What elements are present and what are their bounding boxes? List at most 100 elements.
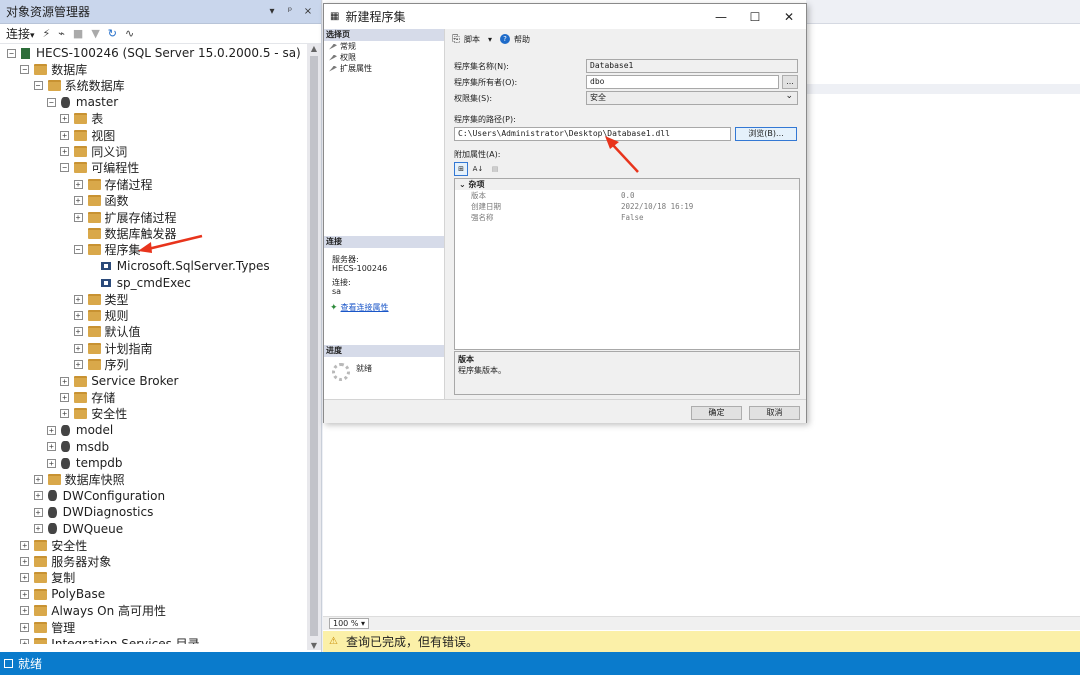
maximize-button[interactable]: ☐ [738,10,772,24]
tree-node[interactable]: +扩展存储过程 [74,209,177,225]
owner-field[interactable]: dbo [586,75,779,89]
tree-node[interactable]: +DWQueue [34,521,124,537]
script-dropdown-icon[interactable]: ▾ [488,35,492,44]
tree-node[interactable]: +复制 [20,570,75,586]
owner-browse-button[interactable]: ... [782,75,798,89]
cancel-button[interactable]: 取消 [749,406,800,420]
tree-node[interactable]: −程序集 [74,242,141,258]
collapse-toggle-icon[interactable]: − [7,49,16,58]
pin-icon[interactable]: ᵖ [283,6,297,17]
scroll-up-icon[interactable]: ▲ [307,44,321,53]
page-permissions[interactable]: 权限 [324,52,444,63]
tree-node[interactable]: +DWConfiguration [34,488,166,504]
page-general[interactable]: 常规 [324,41,444,52]
expand-toggle-icon[interactable]: + [20,590,29,599]
tree-node[interactable]: −HECS-100246 (SQL Server 15.0.2000.5 - s… [7,45,301,61]
tree-node[interactable]: 数据库触发器 [74,225,177,241]
browse-button[interactable]: 浏览(B)... [735,127,797,141]
tree-node[interactable]: +管理 [20,619,75,635]
expand-toggle-icon[interactable]: + [34,508,43,517]
expand-toggle-icon[interactable]: + [74,327,83,336]
tree-node[interactable]: +DWDiagnostics [34,504,154,520]
tree-node[interactable]: +model [47,422,113,438]
expand-toggle-icon[interactable]: + [20,639,29,644]
collapse-toggle-icon[interactable]: − [34,81,43,90]
tree-node[interactable]: −数据库 [20,61,87,77]
filter-icon[interactable]: ▼ [91,27,99,40]
tree-node[interactable]: +tempdb [47,455,123,471]
expand-toggle-icon[interactable]: + [34,475,43,484]
tree-node[interactable]: +同义词 [60,143,127,159]
expand-toggle-icon[interactable]: + [34,491,43,500]
expand-toggle-icon[interactable]: + [47,442,56,451]
close-button[interactable]: ✕ [772,10,806,24]
tree-node[interactable]: +计划指南 [74,340,153,356]
sort-alpha-icon[interactable]: A↓ [471,162,485,176]
view-connection-properties-link[interactable]: 查看连接属性 [338,302,389,313]
tree-node[interactable]: +默认值 [74,324,141,340]
tree-node[interactable]: +PolyBase [20,586,105,602]
expand-toggle-icon[interactable]: + [74,180,83,189]
expand-toggle-icon[interactable]: + [74,360,83,369]
tree-node[interactable]: +数据库快照 [34,471,125,487]
tree-node[interactable]: −master [47,94,118,110]
property-category[interactable]: ⌄ 杂项 [455,179,799,190]
assembly-path-field[interactable]: C:\Users\Administrator\Desktop\Database1… [454,127,731,141]
expand-toggle-icon[interactable]: + [20,606,29,615]
expand-toggle-icon[interactable]: + [74,295,83,304]
activity-monitor-icon[interactable]: ∿ [125,27,134,40]
expand-toggle-icon[interactable]: + [60,147,69,156]
collapse-toggle-icon[interactable]: − [74,245,83,254]
expand-toggle-icon[interactable]: + [47,459,56,468]
script-button[interactable]: 脚本 [464,34,480,45]
connect-button[interactable]: 连接▾ [6,25,35,42]
property-pages-icon[interactable]: ▤ [488,162,502,176]
tree-node[interactable]: +Always On 高可用性 [20,603,166,619]
tree-node[interactable]: +存储 [60,389,115,405]
tree-node[interactable]: +msdb [47,439,109,455]
expand-toggle-icon[interactable]: + [74,196,83,205]
tree-node[interactable]: −系统数据库 [34,78,125,94]
expand-toggle-icon[interactable]: + [60,409,69,418]
disconnect-icon[interactable]: ⌁ [58,27,65,40]
collapse-toggle-icon[interactable]: − [47,98,56,107]
expand-toggle-icon[interactable]: + [20,623,29,632]
expand-toggle-icon[interactable]: + [60,131,69,140]
zoom-select[interactable]: 100 % ▾ [329,618,369,629]
minimize-button[interactable]: — [704,10,738,24]
page-extended-properties[interactable]: 扩展属性 [324,63,444,74]
expand-toggle-icon[interactable]: + [74,311,83,320]
tree-node[interactable]: +服务器对象 [20,553,111,569]
connect-plug-icon[interactable]: ⚡ [43,27,51,40]
tree-node[interactable]: +安全性 [60,406,127,422]
collapse-toggle-icon[interactable]: − [60,163,69,172]
property-row[interactable]: 版本0.0 [455,190,799,201]
categorized-icon[interactable]: ⊞ [454,162,468,176]
tree-scrollbar[interactable]: ▲ ▼ [307,44,321,650]
tree-node[interactable]: sp_cmdExec [87,275,191,291]
permission-select[interactable]: 安全 [586,91,798,105]
close-icon[interactable]: × [301,6,315,17]
tree-node[interactable]: +函数 [74,193,129,209]
property-row[interactable]: 强名称False [455,212,799,223]
tree-node[interactable]: +Integration Services 目录 [20,635,199,644]
expand-toggle-icon[interactable]: + [74,213,83,222]
tree-node[interactable]: +规则 [74,307,129,323]
tree-node[interactable]: +安全性 [20,537,87,553]
tree-node[interactable]: +Service Broker [60,373,178,389]
expand-toggle-icon[interactable]: + [60,377,69,386]
expand-toggle-icon[interactable]: + [60,114,69,123]
help-button[interactable]: 帮助 [514,34,530,45]
property-row[interactable]: 创建日期2022/10/18 16:19 [455,201,799,212]
stop-icon[interactable]: ■ [73,27,83,40]
expand-toggle-icon[interactable]: + [47,426,56,435]
tree-node[interactable]: +表 [60,111,103,127]
tree-node[interactable]: +视图 [60,127,115,143]
tree-node[interactable]: +类型 [74,291,129,307]
dropdown-icon[interactable]: ▾ [265,6,279,17]
tree-node[interactable]: +存储过程 [74,176,153,192]
expand-toggle-icon[interactable]: + [34,524,43,533]
scroll-down-icon[interactable]: ▼ [307,641,321,650]
tree-node[interactable]: −可编程性 [60,160,139,176]
collapse-toggle-icon[interactable]: − [20,65,29,74]
